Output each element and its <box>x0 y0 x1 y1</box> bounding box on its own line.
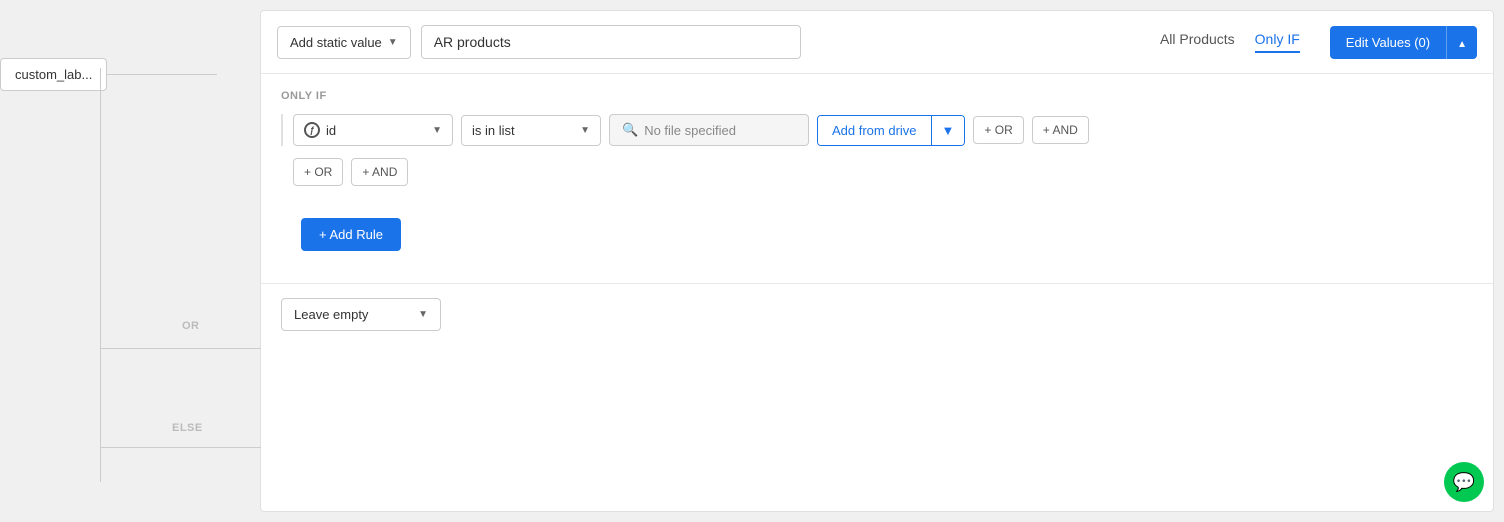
add-from-drive-button[interactable]: Add from drive <box>818 116 931 145</box>
file-input[interactable]: 🔍 No file specified <box>609 114 809 146</box>
add-or-and-row: + OR + AND <box>281 158 1473 186</box>
edit-values-button[interactable]: Edit Values (0) <box>1330 26 1446 59</box>
or-connector-line <box>101 348 261 349</box>
tab-all-products[interactable]: All Products <box>1160 31 1235 53</box>
chat-bubble[interactable]: 💬 <box>1444 462 1484 502</box>
condition-label: is in list <box>472 123 515 138</box>
leave-empty-chevron-icon: ▼ <box>418 309 428 320</box>
add-static-chevron-icon: ▼ <box>388 37 398 48</box>
ar-products-input[interactable] <box>421 25 801 59</box>
else-section: Leave empty ▼ <box>261 283 1493 345</box>
edit-values-chevron-icon: ▲ <box>1457 39 1467 50</box>
condition-row: ƒ id ▼ is in list ▼ 🔍 No file specified <box>281 114 1473 146</box>
header-row: Add static value ▼ All Products Only IF … <box>261 11 1493 74</box>
field-label: id <box>326 123 336 138</box>
edit-values-chevron-button[interactable]: ▲ <box>1446 26 1477 59</box>
add-static-value-label: Add static value <box>290 35 382 50</box>
main-panel: Add static value ▼ All Products Only IF … <box>260 10 1494 512</box>
condition-selector[interactable]: is in list ▼ <box>461 115 601 146</box>
else-row: Leave empty ▼ <box>281 298 1473 331</box>
row-or-button[interactable]: + OR <box>973 116 1023 144</box>
add-from-drive-chevron-icon: ▼ <box>942 123 955 138</box>
leave-empty-selector[interactable]: Leave empty ▼ <box>281 298 441 331</box>
else-connector-line <box>101 447 261 448</box>
only-if-label: ONLY IF <box>281 90 1473 102</box>
tab-group: All Products Only IF <box>1160 31 1300 53</box>
add-rule-button[interactable]: + Add Rule <box>301 218 401 251</box>
add-from-drive-group: Add from drive ▼ <box>817 115 965 146</box>
field-selector[interactable]: ƒ id ▼ <box>293 114 453 146</box>
field-chevron-icon: ▼ <box>432 125 442 136</box>
custom-label-node: custom_lab... <box>0 58 107 91</box>
only-if-section: ONLY IF ƒ id ▼ is in list ▼ 🔍 <box>261 74 1493 218</box>
or-label: OR <box>182 320 200 332</box>
add-static-value-button[interactable]: Add static value ▼ <box>277 26 411 59</box>
row-and-button[interactable]: + AND <box>1032 116 1089 144</box>
search-icon: 🔍 <box>622 122 638 138</box>
add-from-drive-chevron-button[interactable]: ▼ <box>931 116 965 145</box>
add-and-button[interactable]: + AND <box>351 158 408 186</box>
file-placeholder: No file specified <box>644 123 736 138</box>
tab-only-if[interactable]: Only IF <box>1255 31 1300 53</box>
vertical-connector <box>100 68 101 482</box>
leave-empty-label: Leave empty <box>294 307 368 322</box>
add-or-button[interactable]: + OR <box>293 158 343 186</box>
else-label: ELSE <box>172 422 203 434</box>
chat-icon: 💬 <box>1453 472 1475 493</box>
field-function-icon: ƒ <box>304 122 320 138</box>
condition-chevron-icon: ▼ <box>580 125 590 136</box>
